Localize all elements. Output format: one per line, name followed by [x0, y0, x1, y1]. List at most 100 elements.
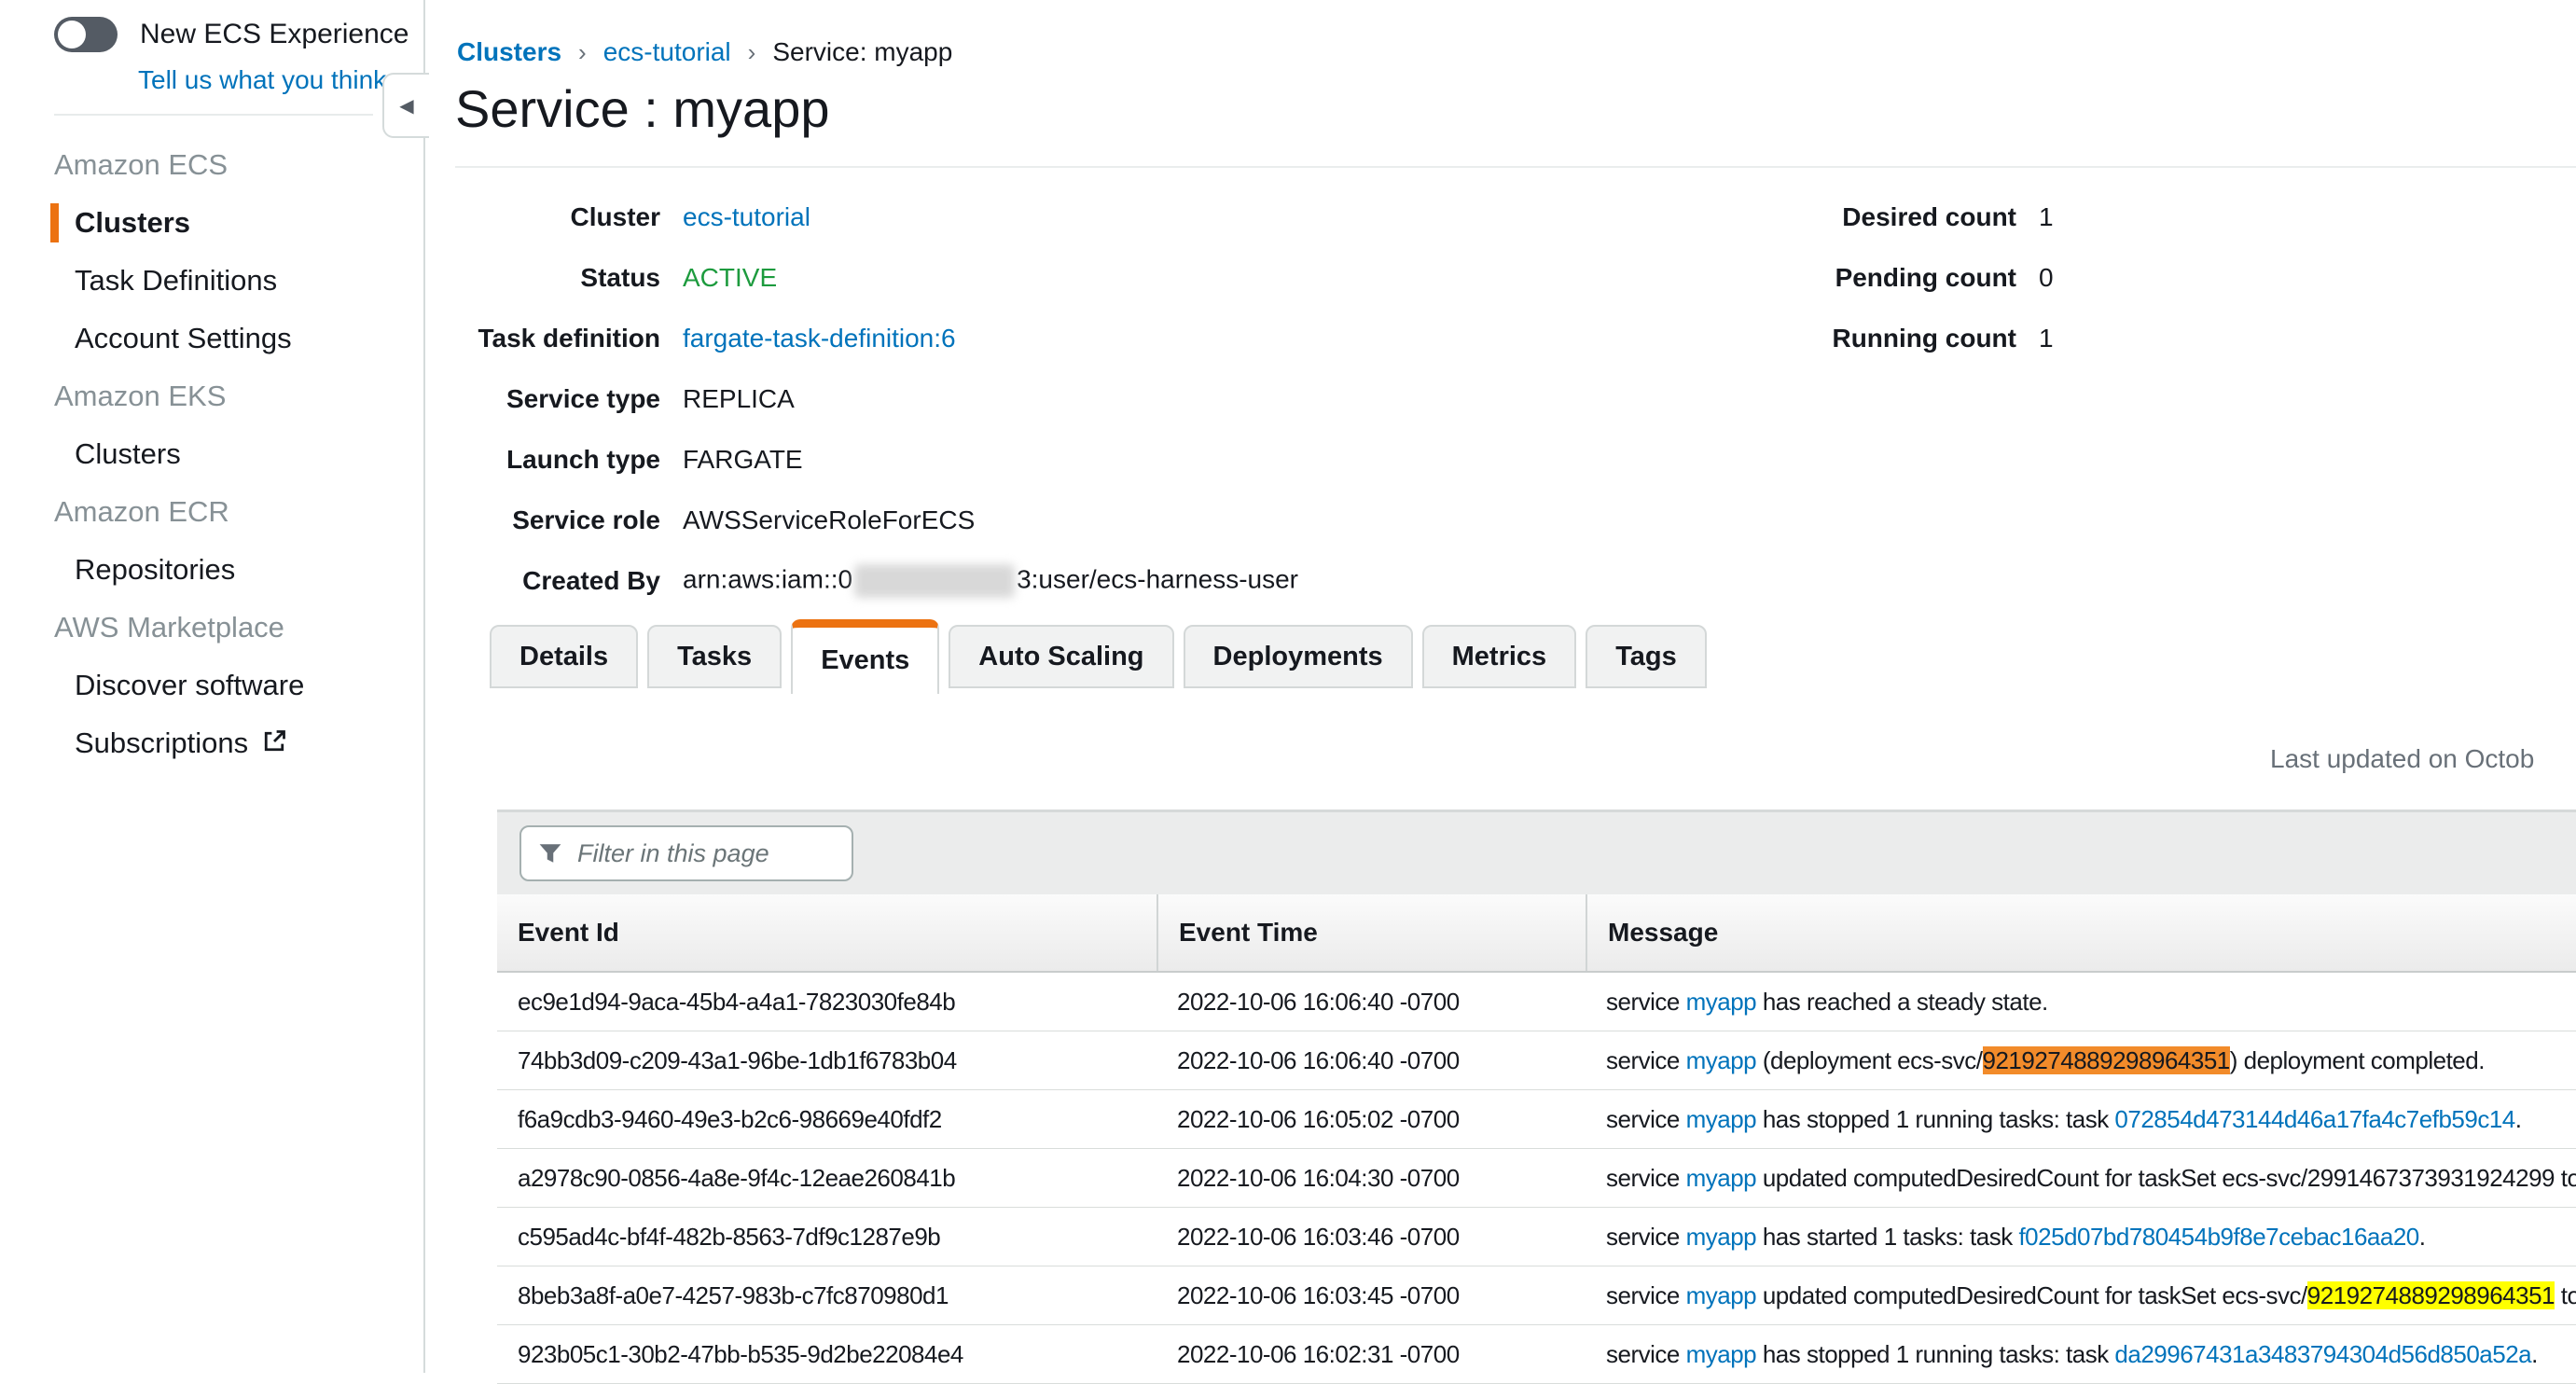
cluster-link[interactable]: ecs-tutorial [683, 202, 810, 231]
detail-row-cluster: Clusterecs-tutorial [455, 187, 1298, 247]
message-link[interactable]: myapp [1686, 1281, 1757, 1309]
message-cell: service myapp (deployment ecs-svc/921927… [1586, 1046, 2576, 1075]
detail-row-status: StatusACTIVE [455, 247, 1298, 308]
event-id-cell: 8beb3a8f-a0e7-4257-983b-c7fc870980d1 [497, 1281, 1156, 1310]
sidebar-item-subscriptions[interactable]: Subscriptions [0, 714, 423, 772]
arn-suffix: 3:user/ecs-harness-user [1017, 564, 1298, 593]
message-link[interactable]: da29967431a3483794304d56d850a52a [2114, 1340, 2531, 1368]
detail-row-created-by: Created Byarn:aws:iam::03:user/ecs-harne… [455, 550, 1298, 611]
event-time-cell: 2022-10-06 16:05:02 -0700 [1156, 1105, 1586, 1134]
sidebar: New ECS Experience Tell us what you thin… [0, 0, 425, 1373]
service-counts: Desired count1Pending count0Running coun… [1772, 187, 2054, 368]
ecs-console-page: { "colors": { "accent_orange": "#ec7211"… [0, 0, 2576, 1373]
message-text: service [1606, 1046, 1686, 1074]
message-cell: service myapp has stopped 1 running task… [1586, 1105, 2576, 1134]
detail-row-service-type: Service typeREPLICA [455, 368, 1298, 429]
message-link[interactable]: myapp [1686, 1164, 1757, 1192]
message-link[interactable]: myapp [1686, 1223, 1757, 1251]
detail-value-status: ACTIVE [683, 263, 777, 293]
message-cell: service myapp updated computedDesiredCou… [1586, 1164, 2576, 1193]
sidebar-divider [54, 114, 373, 116]
sidebar-item-repositories[interactable]: Repositories [0, 541, 423, 599]
column-header-event-time[interactable]: Event Time [1156, 894, 1586, 971]
message-text: has stopped 1 running tasks: task [1756, 1105, 2114, 1133]
tab-tasks[interactable]: Tasks [647, 625, 782, 688]
filter-input[interactable] [575, 838, 835, 869]
detail-label: Launch type [455, 445, 660, 475]
title-divider [455, 166, 2576, 168]
external-link-icon [261, 716, 287, 774]
count-label: Pending count [1772, 263, 2016, 293]
sidebar-item-task-definitions[interactable]: Task Definitions [0, 252, 423, 310]
task-definition-link[interactable]: fargate-task-definition:6 [683, 324, 956, 353]
message-text: service [1606, 1105, 1686, 1133]
message-text: ) deployment completed. [2230, 1046, 2485, 1074]
message-link[interactable]: myapp [1686, 1340, 1757, 1368]
events-table: Event IdEvent TimeMessage ec9e1d94-9aca-… [497, 894, 2576, 1384]
sidebar-item-discover-software[interactable]: Discover software [0, 657, 423, 714]
message-text: updated computedDesiredCount for taskSet… [1756, 1164, 2576, 1192]
feedback-link[interactable]: Tell us what you think [138, 65, 386, 95]
new-ecs-experience-toggle[interactable] [54, 17, 118, 52]
search-highlight: 9219274889298964351 [2307, 1281, 2555, 1309]
message-text: has started 1 tasks: task [1756, 1223, 2018, 1251]
message-link[interactable]: myapp [1686, 1105, 1757, 1133]
tab-events[interactable]: Events [791, 619, 939, 694]
sidebar-nav: Amazon ECSClustersTask DefinitionsAccoun… [0, 136, 423, 772]
message-text: . [2515, 1105, 2522, 1133]
message-cell: service myapp has stopped 1 running task… [1586, 1340, 2576, 1369]
column-header-message[interactable]: Message [1586, 894, 2576, 971]
message-link[interactable]: myapp [1686, 988, 1757, 1016]
tab-tags[interactable]: Tags [1586, 625, 1707, 688]
message-text: . [2531, 1340, 2538, 1368]
sidebar-item-account-settings[interactable]: Account Settings [0, 310, 423, 367]
breadcrumb-item-ecs-tutorial[interactable]: ecs-tutorial [603, 37, 731, 67]
message-text: service [1606, 1281, 1686, 1309]
message-cell: service myapp updated computedDesiredCou… [1586, 1281, 2576, 1310]
sidebar-item-clusters[interactable]: Clusters [0, 194, 423, 252]
event-id-cell: ec9e1d94-9aca-45b4-a4a1-7823030fe84b [497, 988, 1156, 1017]
tab-bar: DetailsTasksEventsAuto ScalingDeployment… [490, 619, 1707, 694]
message-link[interactable]: f025d07bd780454b9f8e7cebac16aa20 [2018, 1223, 2418, 1251]
sidebar-item-label: Clusters [75, 437, 181, 470]
tab-auto-scaling[interactable]: Auto Scaling [949, 625, 1173, 688]
count-value-desired-count: 1 [2039, 202, 2054, 232]
active-indicator-bar [50, 203, 59, 242]
event-id-cell: a2978c90-0856-4a8e-9f4c-12eae260841b [497, 1164, 1156, 1193]
new-ecs-experience-row: New ECS Experience [54, 17, 409, 52]
toggle-knob-icon [58, 21, 86, 48]
service-details: Clusterecs-tutorialStatusACTIVETask defi… [455, 187, 1298, 611]
sidebar-collapse-button[interactable]: ◀ [382, 73, 429, 138]
count-label: Desired count [1772, 202, 2016, 232]
event-time-cell: 2022-10-06 16:02:31 -0700 [1156, 1340, 1586, 1369]
count-row-desired-count: Desired count 1 [1772, 187, 2054, 247]
message-text: has stopped 1 running tasks: task [1756, 1340, 2114, 1368]
sidebar-item-clusters[interactable]: Clusters [0, 425, 423, 483]
column-header-event-id[interactable]: Event Id [497, 894, 1156, 971]
count-row-running-count: Running count1 [1772, 308, 2054, 368]
tab-metrics[interactable]: Metrics [1422, 625, 1577, 688]
message-link[interactable]: 072854d473144d46a17fa4c7efb59c14 [2114, 1105, 2514, 1133]
sidebar-section-amazon-eks: Amazon EKS [0, 367, 423, 425]
sidebar-item-label: Discover software [75, 669, 304, 701]
table-row: 74bb3d09-c209-43a1-96be-1db1f6783b042022… [497, 1031, 2576, 1090]
breadcrumb-item-clusters[interactable]: Clusters [457, 37, 561, 67]
tab-details[interactable]: Details [490, 625, 638, 688]
table-row: c595ad4c-bf4f-482b-8563-7df9c1287e9b2022… [497, 1208, 2576, 1266]
message-text: service [1606, 1164, 1686, 1192]
message-link[interactable]: myapp [1686, 1046, 1757, 1074]
status-badge: ACTIVE [683, 263, 777, 292]
breadcrumb-item-service-myapp: Service: myapp [772, 37, 952, 67]
event-id-cell: 74bb3d09-c209-43a1-96be-1db1f6783b04 [497, 1046, 1156, 1075]
filter-box [519, 825, 853, 881]
message-text: to 1. [2555, 1281, 2576, 1309]
detail-value-service-role: AWSServiceRoleForECS [683, 505, 975, 535]
message-text: updated computedDesiredCount for taskSet… [1756, 1281, 2307, 1309]
events-table-header: Event IdEvent TimeMessage [497, 894, 2576, 973]
tab-deployments[interactable]: Deployments [1184, 625, 1413, 688]
event-time-cell: 2022-10-06 16:06:40 -0700 [1156, 988, 1586, 1017]
sidebar-section-aws-marketplace: AWS Marketplace [0, 599, 423, 657]
message-text: (deployment ecs-svc/ [1756, 1046, 1982, 1074]
search-highlight-active: 9219274889298964351 [1983, 1046, 2230, 1074]
count-label: Running count [1772, 324, 2016, 353]
